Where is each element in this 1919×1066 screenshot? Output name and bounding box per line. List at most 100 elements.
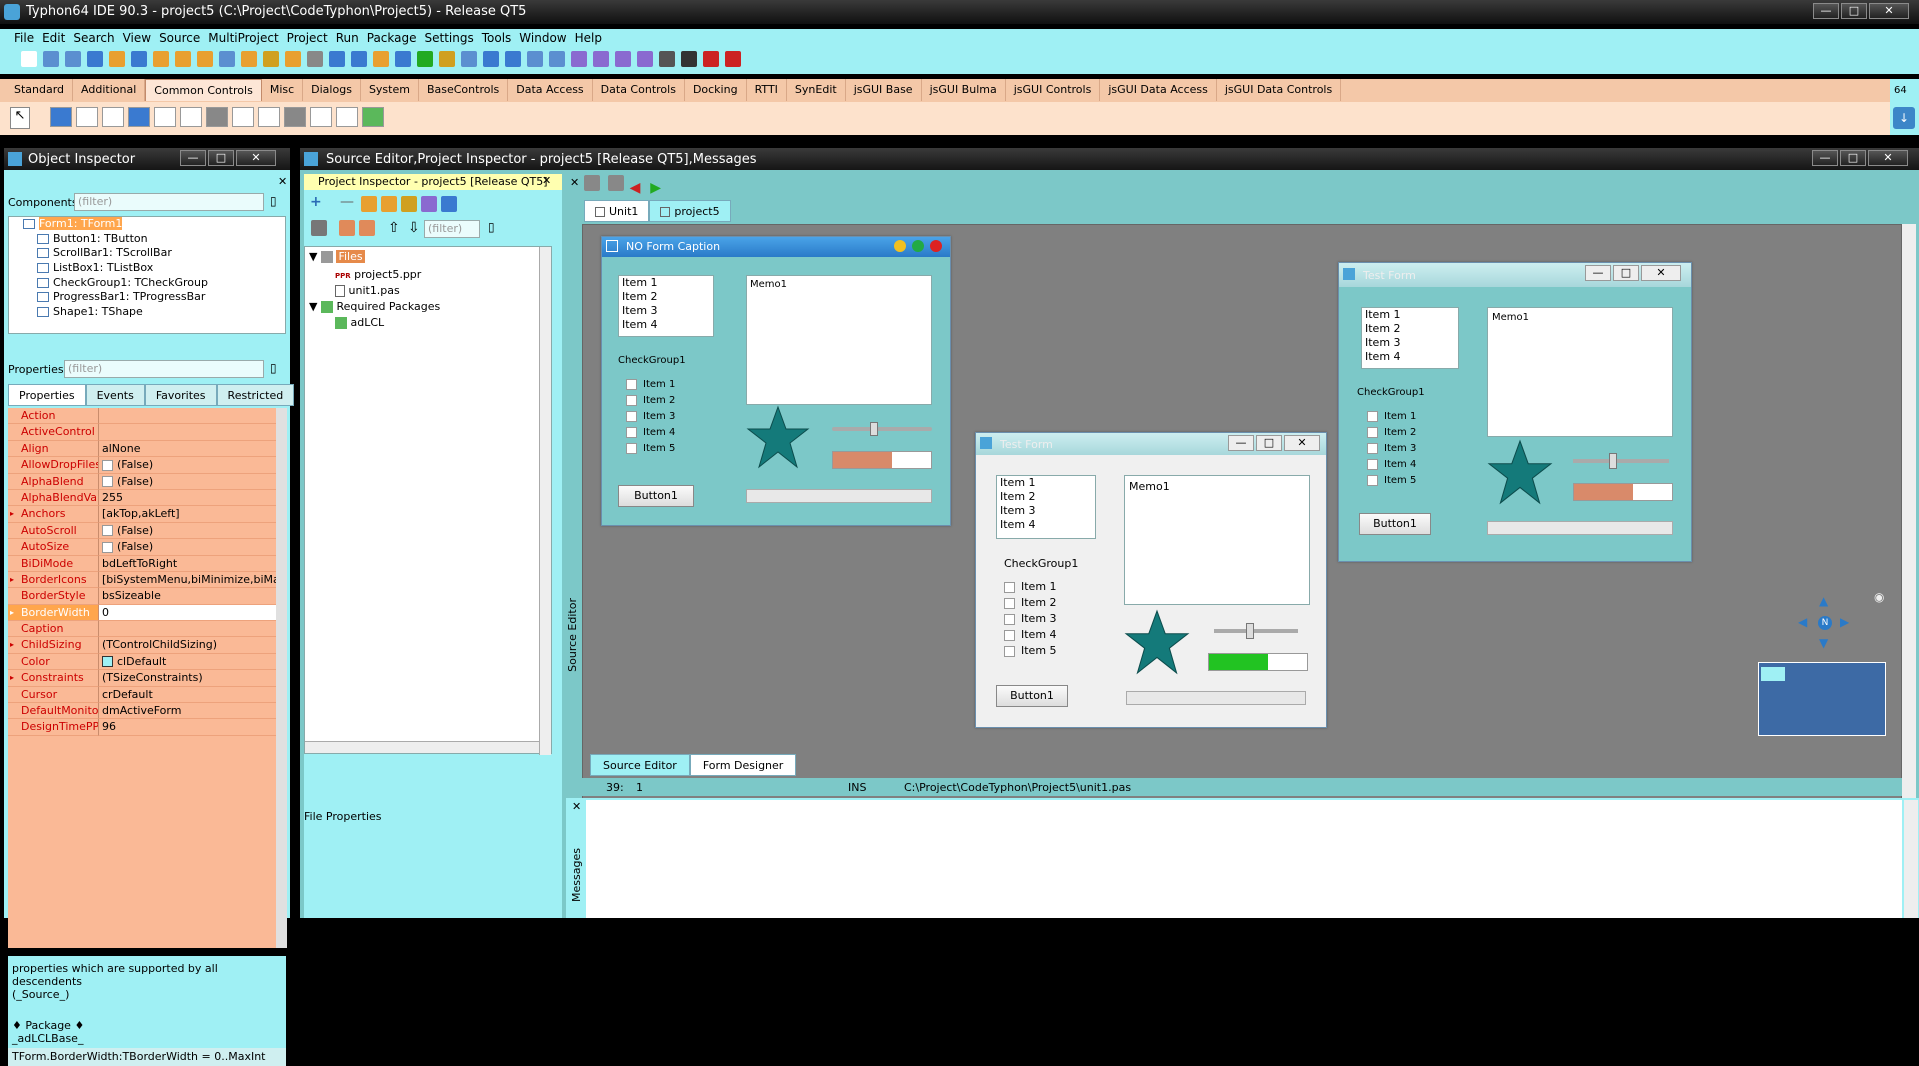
form-a-close[interactable]: ✕ — [1641, 265, 1681, 281]
palette-component-icon[interactable] — [102, 107, 124, 127]
project-file-node[interactable]: PPR project5.ppr — [335, 268, 421, 281]
properties-filter-input[interactable]: (filter) — [64, 360, 264, 378]
checkbox-icon[interactable] — [1004, 645, 1015, 657]
listbox-item[interactable]: Item 2 — [1365, 322, 1458, 336]
listbox-item[interactable]: Item 1 — [1365, 308, 1458, 322]
checkbox-item[interactable]: Item 2 — [1367, 425, 1467, 441]
toolbar-tool-icon[interactable] — [527, 51, 543, 67]
pin-icon[interactable]: ✕ — [542, 174, 551, 187]
property-value[interactable]: [biSystemMenu,biMinimize,biMa: — [98, 571, 276, 589]
test-form-b[interactable]: Test Form — □ ✕ Item 1 Item 2 Item 3 Item 4… — [975, 432, 1327, 728]
menu-file[interactable]: File — [14, 29, 42, 47]
messages-vscroll[interactable] — [1904, 800, 1918, 918]
component-tree-item[interactable]: Shape1: TShape — [9, 305, 285, 320]
toolbar-tool-icon[interactable] — [131, 51, 147, 67]
palette-tab-standard[interactable]: Standard — [6, 79, 74, 101]
menu-help[interactable]: Help — [575, 29, 610, 47]
se-minimize-button[interactable]: — — [1812, 150, 1838, 166]
add-icon[interactable]: + — [310, 194, 322, 210]
toolbar-tool-icon[interactable] — [329, 51, 345, 67]
component-tree-item[interactable]: ScrollBar1: TScrollBar — [9, 246, 285, 261]
toolbar-tool-icon[interactable] — [615, 51, 631, 67]
editor-dock-close-icon[interactable]: ✕ — [570, 176, 579, 189]
trackbar-a[interactable] — [1573, 453, 1669, 469]
adlcl-package-node[interactable]: adLCL — [335, 316, 384, 329]
button1[interactable]: Button1 — [618, 485, 694, 507]
palette-tab-basecontrols[interactable]: BaseControls — [419, 79, 509, 101]
checkbox-icon[interactable] — [1004, 581, 1015, 593]
property-value[interactable] — [98, 621, 276, 638]
toolbar-tool-icon[interactable] — [153, 51, 169, 67]
pi-filter-input[interactable]: (filter) — [424, 220, 480, 238]
toolbar-tool-icon[interactable] — [65, 51, 81, 67]
listbox[interactable]: Item 1 Item 2 Item 3 Item 4 — [618, 275, 714, 337]
property-row[interactable]: AutoSize (False) — [8, 539, 276, 556]
checkbox-icon[interactable] — [102, 541, 113, 553]
menu-settings[interactable]: Settings — [425, 29, 482, 47]
listbox-item[interactable]: Item 1 — [1000, 476, 1095, 490]
property-value[interactable]: (False) — [98, 473, 276, 490]
toolbar-tool-icon[interactable] — [307, 51, 323, 67]
toolbar-tool-icon[interactable] — [659, 51, 675, 67]
menu-run[interactable]: Run — [336, 29, 367, 47]
palette-tab-data-controls[interactable]: Data Controls — [593, 79, 685, 101]
listbox-item[interactable]: Item 1 — [622, 276, 713, 290]
form-b-close[interactable]: ✕ — [1284, 435, 1320, 451]
property-row[interactable]: BorderIcons ▸ [biSystemMenu,biMinimize,biM… — [8, 571, 276, 589]
property-value[interactable]: 255 — [98, 489, 276, 507]
palette-component-icon[interactable] — [180, 107, 202, 127]
scrollbar-b[interactable] — [1126, 691, 1306, 705]
checkbox-icon[interactable] — [102, 476, 113, 488]
form-b-min[interactable]: — — [1228, 435, 1254, 451]
toolbar-tool-icon[interactable] — [373, 51, 389, 67]
property-row[interactable]: DefaultMonitor dmActiveForm — [8, 703, 276, 720]
checkbox-icon[interactable] — [626, 410, 637, 422]
toolbar-tool-icon[interactable] — [571, 51, 587, 67]
oi-close-button[interactable]: ✕ — [236, 150, 276, 166]
property-row[interactable]: AutoScroll (False) — [8, 522, 276, 540]
checkbox-item[interactable]: Item 3 — [1004, 611, 1104, 627]
min-icon[interactable] — [894, 240, 906, 252]
checkbox-item[interactable]: Item 2 — [1004, 595, 1104, 611]
menu-multiproject[interactable]: MultiProject — [208, 29, 286, 47]
move-up-icon[interactable]: ⇧ — [388, 220, 400, 236]
palette-component-icon[interactable] — [284, 107, 306, 127]
property-value[interactable] — [98, 408, 276, 425]
test-form-a[interactable]: Test Form — □ ✕ Item 1 Item 2 Item 3 Item 4… — [1338, 262, 1692, 562]
property-row[interactable]: Anchors ▸ [akTop,akLeft] — [8, 506, 276, 523]
checkbox-icon[interactable] — [626, 378, 637, 390]
clear-filter-icon[interactable]: ▯ — [270, 194, 277, 208]
property-grid-scrollbar[interactable] — [276, 408, 287, 948]
expand-arrow-icon[interactable]: ▸ — [10, 637, 14, 652]
move-down-icon[interactable]: ⇩ — [408, 220, 420, 236]
property-value[interactable]: 0 — [98, 604, 276, 622]
property-row[interactable]: AlphaBlendValue 255 — [8, 489, 276, 507]
palette-component-icon[interactable] — [336, 107, 358, 127]
scrollbar[interactable] — [746, 489, 932, 503]
checkbox-item[interactable]: Item 4 — [626, 425, 726, 441]
unit-file-node[interactable]: unit1.pas — [335, 284, 400, 297]
property-row[interactable]: Cursor crDefault — [8, 686, 276, 704]
palette-component-icon[interactable] — [154, 107, 176, 127]
pi-hscroll[interactable] — [305, 741, 541, 753]
menu-edit[interactable]: Edit — [42, 29, 73, 47]
toolbar-tool-icon[interactable] — [725, 51, 741, 67]
minimap[interactable] — [1758, 662, 1886, 736]
toolbar-tool-icon[interactable] — [461, 51, 477, 67]
property-row[interactable]: Constraints ▸ (TSizeConstraints) — [8, 670, 276, 687]
se-close-button[interactable]: ✕ — [1868, 150, 1908, 166]
checkbox-icon[interactable] — [626, 394, 637, 406]
palette-tab-rtti[interactable]: RTTI — [747, 79, 787, 101]
property-value[interactable]: crDefault — [98, 686, 276, 704]
palette-component-icon[interactable] — [206, 107, 228, 127]
se-maximize-button[interactable]: □ — [1840, 150, 1866, 166]
palette-component-icon[interactable] — [76, 107, 98, 127]
property-value[interactable]: (False) — [98, 457, 276, 474]
editor-tab-unit1[interactable]: Unit1 — [584, 200, 650, 222]
checkbox-icon[interactable] — [1367, 410, 1378, 422]
listbox-a[interactable]: Item 1 Item 2 Item 3 Item 4 — [1361, 307, 1459, 369]
checkbox-item[interactable]: Item 5 — [626, 441, 726, 457]
palette-component-icon[interactable] — [50, 107, 72, 127]
property-row[interactable]: ActiveControl — [8, 424, 276, 441]
close-button[interactable]: ✕ — [1869, 3, 1909, 19]
